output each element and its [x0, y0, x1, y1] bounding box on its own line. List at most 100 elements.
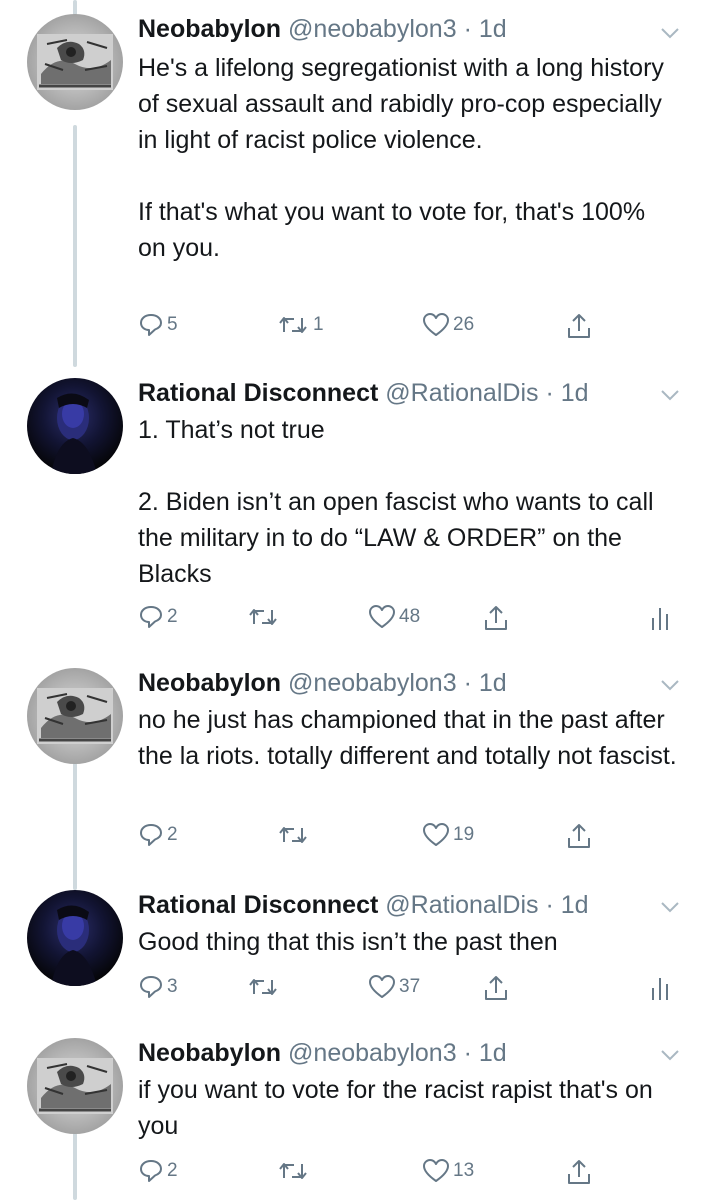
retweet-button[interactable] [276, 822, 310, 848]
like-button[interactable]: 48 [368, 604, 420, 630]
retweet-button[interactable] [276, 1158, 310, 1184]
retweet-icon [249, 979, 277, 995]
share-icon [568, 314, 590, 338]
tweet-header: Rational Disconnect @RationalDis · 1d [138, 888, 589, 922]
reply-icon [140, 976, 162, 998]
share-button[interactable] [483, 974, 509, 1002]
tweet-text: 1. That’s not true 2. Biden isn’t an ope… [138, 416, 654, 588]
reply-count: 5 [167, 314, 178, 335]
share-icon [485, 976, 507, 1000]
timestamp[interactable]: 1d [479, 15, 507, 43]
thread-line [73, 125, 77, 367]
display-name[interactable]: Rational Disconnect [138, 379, 378, 407]
retweet-button[interactable]: 1 [276, 312, 324, 338]
heart-icon [423, 1159, 449, 1182]
like-count: 48 [399, 606, 421, 627]
heart-icon [369, 975, 395, 998]
reply-icon [140, 824, 162, 846]
analytics-button[interactable] [650, 974, 670, 1002]
separator-dot: · [545, 891, 554, 919]
avatar[interactable] [27, 668, 123, 764]
display-name[interactable]: Neobabylon [138, 669, 281, 697]
chevron-down-icon[interactable] [660, 26, 680, 40]
timestamp[interactable]: 1d [561, 379, 589, 407]
separator-dot: · [463, 1039, 472, 1067]
reply-count: 2 [167, 824, 178, 845]
thread-line [73, 1125, 77, 1200]
neobabylon-avatar-image [37, 1058, 113, 1114]
user-handle[interactable]: @neobabylon3 [288, 669, 457, 697]
user-handle[interactable]: @RationalDis [385, 891, 538, 919]
tweet-header: Neobabylon @neobabylon3 · 1d [138, 666, 507, 700]
like-count: 19 [453, 824, 475, 845]
analytics-button[interactable] [650, 604, 670, 632]
like-count: 26 [453, 314, 475, 335]
display-name[interactable]: Neobabylon [138, 1039, 281, 1067]
share-icon [568, 824, 590, 848]
reply-button[interactable]: 2 [138, 1158, 178, 1184]
rational-disconnect-avatar-image [51, 393, 97, 474]
neobabylon-avatar-image [37, 34, 113, 90]
retweet-button[interactable] [246, 604, 280, 630]
reply-button[interactable]: 5 [138, 312, 178, 338]
reply-icon [140, 314, 162, 336]
tweet-header: Neobabylon @neobabylon3 · 1d [138, 1036, 507, 1070]
tweet-header: Neobabylon @neobabylon3 · 1d [138, 12, 507, 46]
share-button[interactable] [483, 604, 509, 632]
tweet-header: Rational Disconnect @RationalDis · 1d [138, 376, 589, 410]
timestamp[interactable]: 1d [561, 891, 589, 919]
like-button[interactable]: 26 [422, 312, 474, 338]
retweet-icon [279, 827, 307, 843]
chevron-down-icon[interactable] [660, 900, 680, 914]
timestamp[interactable]: 1d [479, 1039, 507, 1067]
like-button[interactable]: 19 [422, 822, 474, 848]
user-handle[interactable]: @RationalDis [385, 379, 538, 407]
avatar[interactable] [27, 890, 123, 986]
share-button[interactable] [566, 1158, 592, 1186]
chevron-down-icon[interactable] [660, 388, 680, 402]
reply-icon [140, 1160, 162, 1182]
reply-count: 2 [167, 606, 178, 627]
avatar[interactable] [27, 1038, 123, 1134]
reply-button[interactable]: 2 [138, 822, 178, 848]
timestamp[interactable]: 1d [479, 669, 507, 697]
like-button[interactable]: 37 [368, 974, 420, 1000]
heart-icon [423, 313, 449, 336]
neobabylon-avatar-image [37, 688, 113, 744]
like-count: 37 [399, 976, 421, 997]
retweet-icon [279, 317, 307, 333]
display-name[interactable]: Rational Disconnect [138, 891, 378, 919]
retweet-icon [279, 1163, 307, 1179]
tweet-text: Good thing that this isn’t the past then [138, 928, 558, 956]
share-button[interactable] [566, 822, 592, 850]
tweet-text: He's a lifelong segregationist with a lo… [138, 54, 664, 262]
tweet-actions: 5 1 26 [138, 312, 688, 342]
user-handle[interactable]: @neobabylon3 [288, 1039, 457, 1067]
separator-dot: · [545, 379, 554, 407]
user-handle[interactable]: @neobabylon3 [288, 15, 457, 43]
chevron-down-icon[interactable] [660, 1048, 680, 1062]
tweet-actions: 2 13 [138, 1158, 688, 1188]
tweet-text: if you want to vote for the racist rapis… [138, 1076, 660, 1140]
retweet-count: 1 [313, 314, 324, 335]
reply-count: 3 [167, 976, 178, 997]
analytics-icon [652, 608, 668, 630]
rational-disconnect-avatar-image [51, 905, 97, 986]
heart-icon [423, 823, 449, 846]
tweet-actions: 2 48 [138, 604, 688, 634]
separator-dot: · [463, 15, 472, 43]
retweet-button[interactable] [246, 974, 280, 1000]
tweet-actions: 2 19 [138, 822, 688, 852]
avatar[interactable] [27, 14, 123, 110]
chevron-down-icon[interactable] [660, 678, 680, 692]
reply-button[interactable]: 3 [138, 974, 178, 1000]
like-count: 13 [453, 1160, 475, 1181]
like-button[interactable]: 13 [422, 1158, 474, 1184]
share-button[interactable] [566, 312, 592, 340]
display-name[interactable]: Neobabylon [138, 15, 281, 43]
tweet-actions: 3 37 [138, 974, 688, 1004]
reply-count: 2 [167, 1160, 178, 1181]
retweet-icon [249, 609, 277, 625]
reply-button[interactable]: 2 [138, 604, 178, 630]
avatar[interactable] [27, 378, 123, 474]
